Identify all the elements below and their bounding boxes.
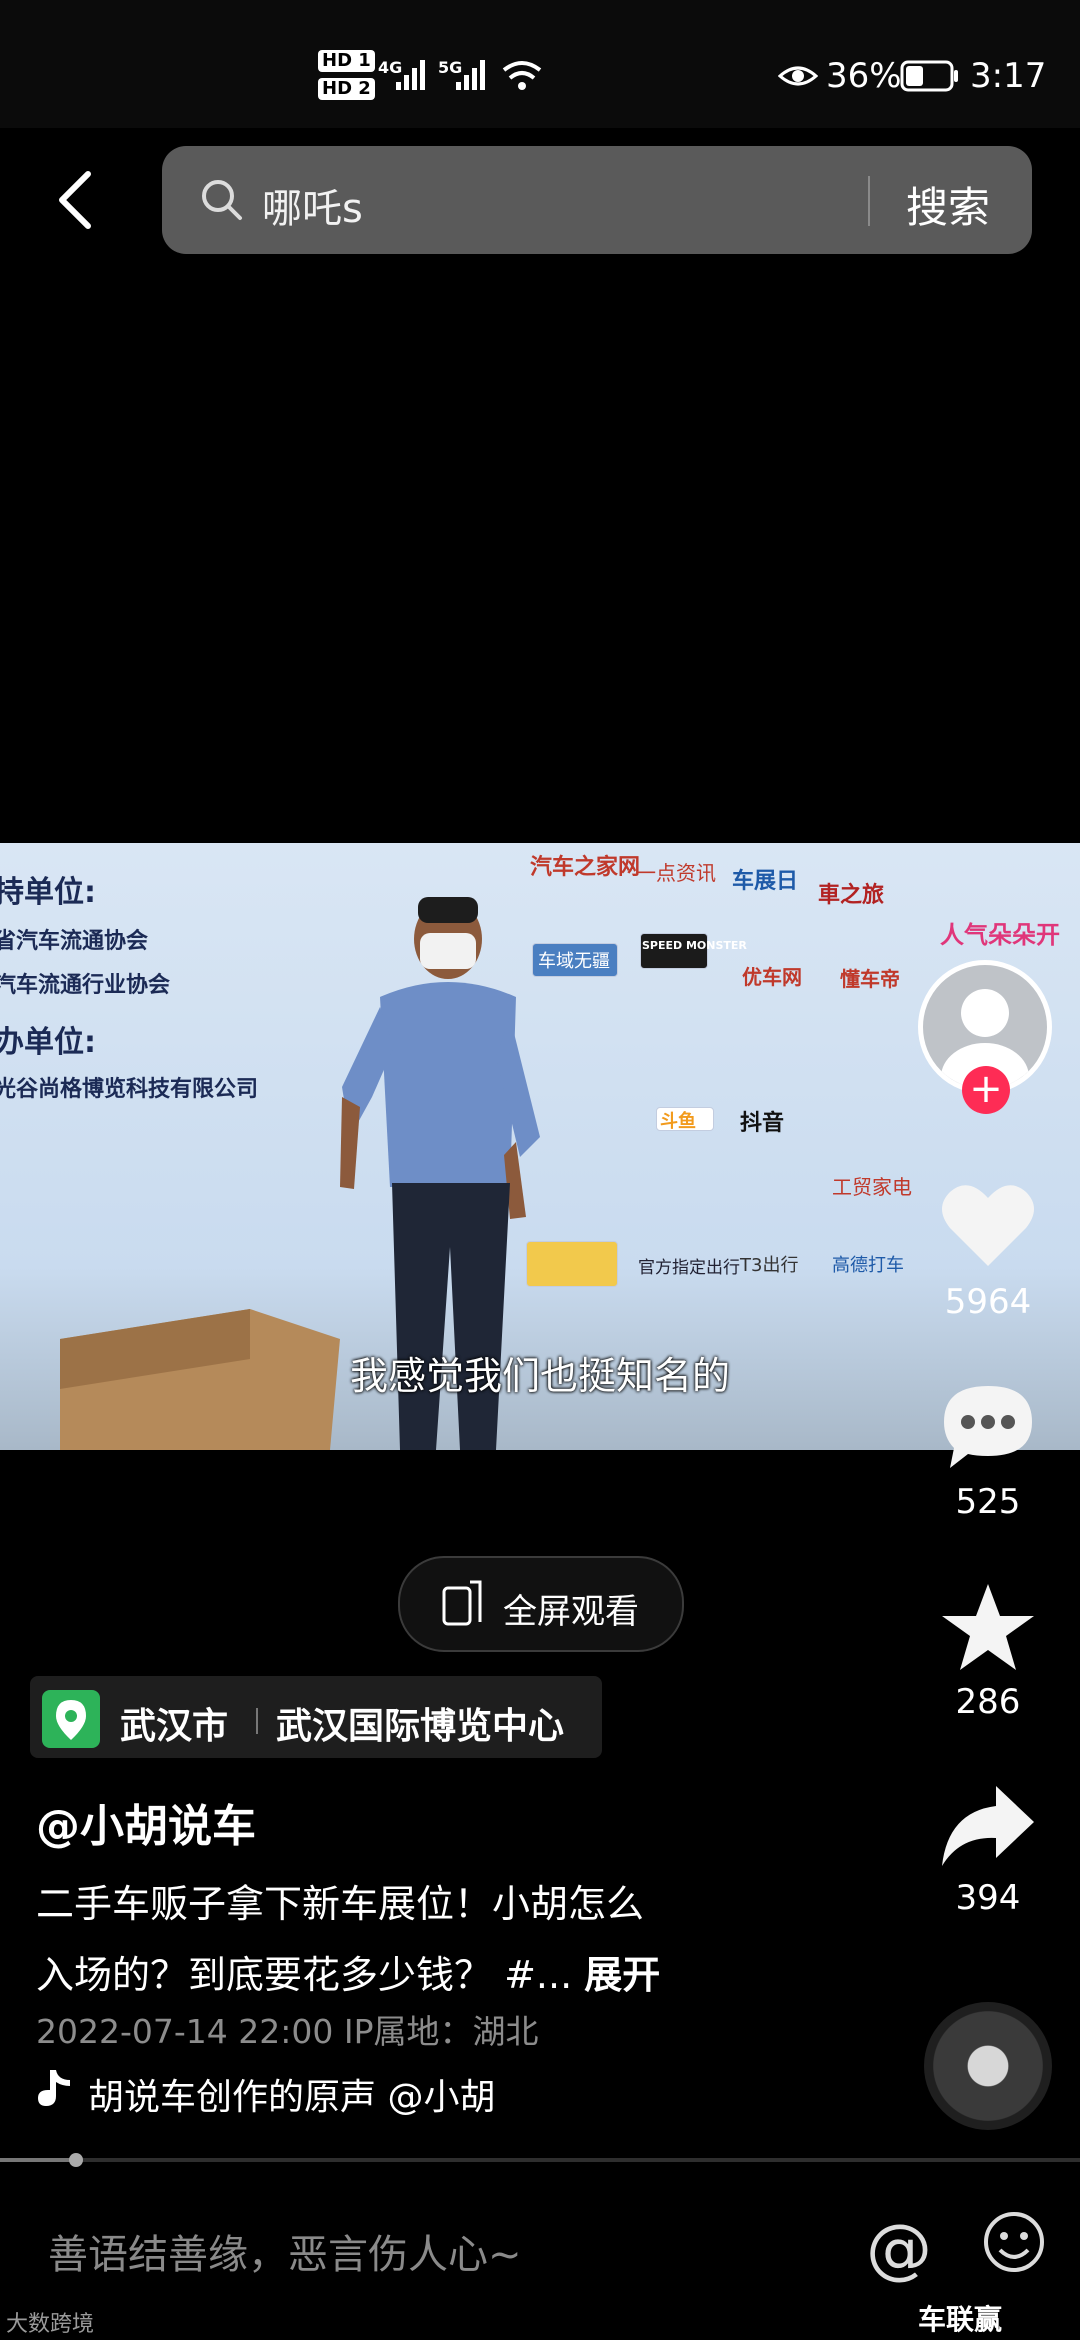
fullscreen-label: 全屏观看 bbox=[503, 1592, 639, 1632]
signal-icon-2 bbox=[456, 60, 485, 90]
search-button[interactable]: 搜索 bbox=[906, 174, 990, 235]
progress-track[interactable] bbox=[0, 2158, 1080, 2162]
caption-line-1: 二手车贩子拿下新车展位！小胡怎么 bbox=[36, 1882, 645, 1926]
share-count: 394 bbox=[955, 1878, 1021, 1918]
eye-icon bbox=[778, 66, 818, 86]
video-subtitle: 我感觉我们也挺知名的 bbox=[349, 1354, 730, 1398]
sim-labels: HD 1 HD 2 bbox=[318, 50, 375, 100]
banner-line: 持单位: bbox=[0, 875, 96, 910]
sim2-label: HD 2 bbox=[318, 78, 375, 100]
location-venue: 武汉国际博览中心 bbox=[276, 1706, 565, 1747]
banner-line: 光谷尚格博览科技有限公司 bbox=[0, 1077, 259, 1102]
like-button[interactable] bbox=[938, 1178, 1038, 1270]
sponsor-logo: SPEED MONSTER bbox=[642, 939, 747, 952]
wifi-icon bbox=[502, 61, 542, 90]
battery-percent: 36% bbox=[826, 56, 902, 96]
sponsor-logo: 一点资讯 bbox=[636, 861, 716, 885]
sponsor-logo: 高德打车 bbox=[832, 1255, 904, 1276]
sponsor-logo: 车展日 bbox=[732, 869, 799, 894]
location-separator bbox=[256, 1708, 258, 1734]
favorite-count: 286 bbox=[955, 1682, 1021, 1722]
search-query: 哪吒s bbox=[262, 186, 363, 232]
favorite-button[interactable] bbox=[938, 1580, 1038, 1676]
like-count: 5964 bbox=[944, 1282, 1032, 1322]
caption-text: 入场的？到底要花多少钱？ #... bbox=[36, 1953, 573, 1997]
location-city: 武汉市 bbox=[120, 1706, 229, 1747]
emoji-icon[interactable] bbox=[982, 2210, 1046, 2274]
progress-fill bbox=[0, 2158, 76, 2162]
search-divider bbox=[868, 176, 870, 226]
sponsor-logo: T3出行 bbox=[740, 1255, 799, 1276]
banner-line: 省汽车流通协会 bbox=[0, 929, 149, 954]
clock: 3:17 bbox=[970, 56, 1047, 96]
sponsor-logo: 懂车帝 bbox=[840, 967, 900, 991]
watermark-left: 大数跨境 bbox=[6, 2312, 95, 2337]
comment-input[interactable]: 善语结善缘，恶言伤人心~ bbox=[48, 2222, 522, 2280]
sponsor-logo: 工贸家电 bbox=[832, 1175, 912, 1199]
watermark-right: 车联赢 bbox=[918, 2303, 1003, 2336]
comment-button[interactable] bbox=[938, 1380, 1038, 1472]
sponsor-logo: 汽车之家网 bbox=[530, 855, 641, 880]
sim1-label: HD 1 bbox=[318, 50, 375, 72]
music-title[interactable]: 胡说车创作的原声 @小胡 bbox=[88, 2068, 578, 2120]
share-button[interactable] bbox=[938, 1782, 1038, 1868]
banner-line: 办单位: bbox=[0, 1025, 96, 1060]
location-pin-icon bbox=[42, 1690, 100, 1748]
follow-button[interactable]: + bbox=[962, 1066, 1010, 1114]
sponsor-logo: 車之旅 bbox=[818, 883, 885, 908]
post-meta: 2022-07-14 22:00 IP属地：湖北 bbox=[36, 2012, 539, 2051]
caption-line-2: 入场的？到底要花多少钱？ #... 展开 bbox=[36, 1944, 660, 1999]
search-icon bbox=[202, 180, 242, 220]
signal-icon-1 bbox=[396, 60, 425, 90]
author-handle[interactable]: @小胡说车 bbox=[36, 1790, 256, 1854]
popularity-sticker: 人气朵朵开 bbox=[940, 921, 1060, 949]
music-note-icon bbox=[38, 2070, 70, 2106]
back-button[interactable] bbox=[40, 160, 120, 240]
banner-line: 汽车流通行业协会 bbox=[0, 973, 171, 998]
sponsor-logo: 车域无疆 bbox=[538, 951, 610, 972]
rotate-screen-icon bbox=[442, 1580, 482, 1626]
sponsor-logo: 优车网 bbox=[742, 965, 802, 989]
sponsor-logo: 斗鱼 bbox=[660, 1111, 696, 1132]
music-disc[interactable] bbox=[924, 2002, 1052, 2130]
comment-count: 525 bbox=[955, 1482, 1021, 1522]
sponsor-logo: 官方指定出行 bbox=[638, 1258, 740, 1278]
expand-button[interactable]: 展开 bbox=[584, 1953, 660, 1997]
sponsor-logo: 抖音 bbox=[740, 1111, 785, 1136]
mention-button[interactable]: @ bbox=[866, 2210, 932, 2287]
progress-handle[interactable] bbox=[69, 2153, 83, 2167]
battery-icon bbox=[900, 60, 958, 92]
